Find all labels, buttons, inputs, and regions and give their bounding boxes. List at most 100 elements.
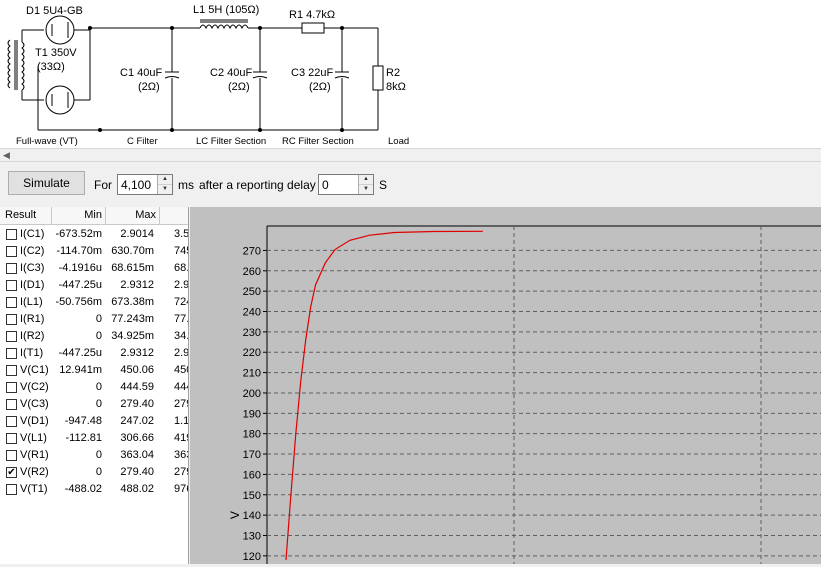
y-tick-label: 120 [243,551,261,563]
result-row[interactable]: V(C1) 12.941m 450.06 450 [0,362,188,379]
result-checkbox[interactable] [6,382,17,393]
section-c-filter: C Filter [127,136,158,147]
y-tick-label: 160 [243,469,261,481]
section-rc-filter: RC Filter Section [282,136,354,147]
result-name: V(D1) [20,415,49,427]
result-max: 2.9312 [120,347,154,359]
resistor-r1 [301,22,325,34]
duration-value[interactable]: 4,100 [121,178,151,192]
result-min: -114.70m [56,245,102,257]
result-checkbox[interactable] [6,348,17,359]
result-name: V(R1) [20,449,49,461]
result-checkbox[interactable] [6,450,17,461]
result-max: 34.925m [111,330,154,342]
result-row[interactable]: I(R2) 0 34.925m 34.9 [0,328,188,345]
delay-spinbox[interactable]: 0 ▲ ▼ [318,174,374,195]
y-tick-label: 140 [243,510,261,522]
t1-res-label: (33Ω) [37,61,65,73]
result-checkbox[interactable] [6,365,17,376]
result-min: -112.81 [65,432,103,444]
result-extra: 724. [174,296,188,308]
circuit-schematic[interactable]: D1 5U4-GB T1 350V (33Ω) L1 5H (105Ω) R1 … [0,0,821,148]
result-extra: 745. [174,245,188,257]
result-row[interactable]: I(C3) -4.1916u 68.615m 68.6 [0,260,189,277]
result-checkbox[interactable] [6,280,17,291]
r2-value-label: 8kΩ [386,81,406,93]
result-extra: 363 [174,449,188,461]
result-checkbox[interactable] [6,229,17,240]
rectifier-tube-bottom [45,85,75,115]
y-tick-label: 230 [243,327,261,339]
series-line-v-r2 [285,230,483,560]
result-extra: 2.9 [174,347,189,359]
col-header-max[interactable]: Max [106,207,160,224]
result-row[interactable]: V(T1) -488.02 488.02 976 [0,481,188,498]
col-header-min[interactable]: Min [52,207,106,224]
for-label: For [94,178,112,192]
result-checkbox[interactable] [6,416,17,427]
results-list[interactable]: Result Min Max I(C1) -673.52m 2.9014 3.5 I(C… [0,207,189,564]
y-tick-label: 240 [243,307,261,319]
result-row[interactable]: V(L1) -112.81 306.66 419 [0,430,188,447]
result-name: I(C1) [20,228,45,240]
result-max: 2.9014 [120,228,154,240]
result-extra: 1.19 [174,415,189,427]
result-row[interactable]: I(T1) -447.25u 2.9312 2.9 [0,345,189,362]
result-checkbox[interactable] [6,331,17,342]
schematic-horizontal-scrollbar[interactable]: ◀ [0,148,821,162]
result-checkbox[interactable] [6,246,17,257]
result-row[interactable]: V(C2) 0 444.59 444 [0,379,188,396]
result-name: V(C3) [20,398,49,410]
delay-up-arrow-icon[interactable]: ▲ [359,175,373,185]
result-row[interactable]: I(R1) 0 77.243m 77.2 [0,311,189,328]
result-name: V(L1) [20,432,47,444]
y-tick-label: 130 [243,530,261,542]
result-checkbox[interactable] [6,263,17,274]
result-row[interactable]: I(D1) -447.25u 2.9312 2.9 [0,277,188,294]
result-max: 444.59 [120,381,154,393]
result-extra: 68.6 [174,262,189,274]
result-max: 488.02 [120,483,154,495]
result-row[interactable]: V(D1) -947.48 247.02 1.19 [0,413,189,430]
duration-spinbox[interactable]: 4,100 ▲ ▼ [117,174,173,195]
duration-down-arrow-icon[interactable]: ▼ [158,185,172,194]
result-extra: 77.2 [174,313,189,325]
result-max: 2.9312 [120,279,154,291]
result-min: -447.25u [58,279,102,291]
delay-down-arrow-icon[interactable]: ▼ [359,185,373,194]
result-row[interactable]: I(L1) -50.756m 673.38m 724. [0,294,188,311]
duration-up-arrow-icon[interactable]: ▲ [158,175,172,185]
col-header-result[interactable]: Result [0,207,52,224]
result-row[interactable]: V(R1) 0 363.04 363 [0,447,188,464]
col-header-extra[interactable] [160,207,188,224]
result-checkbox[interactable] [6,433,17,444]
result-row[interactable]: ✔V(R2) 0 279.40 279 [0,464,188,481]
result-row[interactable]: V(C3) 0 279.40 279 [0,396,188,413]
simulation-toolbar: Simulate For 4,100 ▲ ▼ ms after a report… [0,163,821,205]
y-tick-label: 190 [243,408,261,420]
result-max: 306.66 [120,432,154,444]
result-min: 0 [95,449,102,461]
result-min: 0 [95,330,102,342]
result-checkbox[interactable] [6,297,17,308]
result-min: -50.756m [55,296,102,308]
result-checkbox[interactable] [6,399,17,410]
result-checkbox[interactable] [6,484,17,495]
plot-area[interactable]: 120 130 140 150 160 170 180 190 200 210 220 230 240 2… [190,207,821,564]
result-row[interactable]: I(C2) -114.70m 630.70m 745. [0,243,188,260]
simulate-button[interactable]: Simulate [8,171,85,195]
delay-value[interactable]: 0 [322,178,329,192]
y-tick-label: 210 [243,368,261,380]
result-min: 0 [95,381,102,393]
y-tick-label: 200 [243,388,261,400]
result-extra: 444 [174,381,188,393]
result-name: I(D1) [20,279,45,291]
result-checkbox[interactable] [6,314,17,325]
result-extra: 279 [174,398,188,410]
scroll-left-arrow-icon[interactable]: ◀ [3,151,10,160]
result-extra: 419 [174,432,188,444]
result-checkbox[interactable]: ✔ [6,467,17,478]
result-row[interactable]: I(C1) -673.52m 2.9014 3.5 [0,226,188,243]
l1-label: L1 5H (105Ω) [193,4,259,16]
transformer-primary-coil [7,39,11,89]
